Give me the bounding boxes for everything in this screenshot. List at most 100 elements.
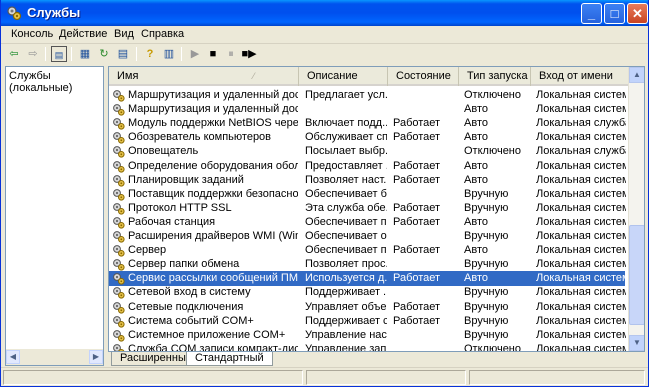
service-log-on-as: Локальная система: [536, 103, 626, 116]
minimize-button[interactable]: _: [581, 3, 602, 24]
service-description: Посылает выбр...: [305, 145, 387, 158]
menu-action[interactable]: Действие: [59, 28, 107, 40]
service-description: Управление нас...: [305, 328, 387, 341]
service-gear-icon: [113, 343, 125, 351]
menu-console[interactable]: Консоль: [11, 28, 53, 40]
service-startup-type: Отключено: [464, 342, 521, 352]
scroll-right-icon[interactable]: ▶: [89, 350, 103, 364]
title-bar[interactable]: Службы _ □ ✕: [1, 0, 648, 26]
table-row[interactable]: Модуль поддержки NetBIOS через TC... Вклю…: [109, 116, 626, 131]
close-icon: ✕: [632, 6, 643, 21]
refresh-icon[interactable]: ↻: [96, 46, 112, 62]
view-tabs: Расширенный Стандартный: [108, 352, 645, 366]
service-description: Предлагает усл...: [305, 89, 387, 101]
table-row[interactable]: Сетевой вход в систему Поддерживает ... Вр…: [109, 285, 626, 300]
column-header-description[interactable]: Описание: [299, 67, 388, 86]
service-description: Обеспечивает п...: [305, 244, 387, 257]
service-description: Позволяет прос...: [305, 258, 387, 271]
service-status: Работает: [393, 215, 441, 228]
table-row[interactable]: Система событий COM+ Поддерживает с... Раб…: [109, 314, 626, 329]
help-icon[interactable]: ?: [142, 46, 158, 62]
service-gear-icon: [113, 216, 125, 229]
console-tree-icon[interactable]: ▤: [51, 46, 67, 62]
service-log-on-as: Локальная система: [536, 258, 626, 271]
column-header-status[interactable]: Состояние: [388, 67, 459, 86]
export-list-icon[interactable]: ▤: [115, 46, 131, 62]
service-description: Предоставляет ...: [305, 159, 387, 172]
tab-standard[interactable]: Стандартный: [186, 352, 273, 366]
table-row[interactable]: Сетевые подключения Управляет объе... Рабо…: [109, 300, 626, 315]
menu-view[interactable]: Вид: [114, 28, 134, 40]
table-row[interactable]: Системное приложение COM+ Управление нас.…: [109, 328, 626, 343]
table-row[interactable]: Оповещатель Посылает выбр... Отключено Лока…: [109, 144, 626, 159]
service-name: Служба COM записи компакт-дисков I...: [128, 342, 298, 352]
service-name: Сетевые подключения: [128, 300, 244, 313]
service-status: Работает: [393, 272, 441, 285]
left-horizontal-scrollbar[interactable]: ◀ ▶: [6, 349, 103, 365]
service-name: Сервер папки обмена: [128, 258, 240, 271]
action-pane-icon[interactable]: ▥: [161, 46, 177, 62]
table-row[interactable]: Протокол HTTP SSL Эта служба обе... Работа…: [109, 201, 626, 216]
maximize-button[interactable]: □: [604, 3, 625, 24]
service-name: Сетевой вход в систему: [128, 286, 251, 299]
table-row[interactable]: Сервер Обеспечивает п... Работает Авто Локал…: [109, 243, 626, 258]
service-log-on-as: Локальная система: [536, 314, 626, 327]
menu-help[interactable]: Справка: [141, 28, 184, 40]
back-arrow-icon[interactable]: ⇦: [6, 46, 22, 62]
table-row[interactable]: Расширения драйверов WMI (Windows... Обес…: [109, 229, 626, 244]
table-row[interactable]: Рабочая станция Обеспечивает п... Работает…: [109, 215, 626, 230]
service-description: Позволяет наст...: [305, 173, 387, 186]
service-description: Обеспечивает п...: [305, 215, 387, 228]
service-gear-icon: [113, 146, 125, 158]
service-gear-icon: [113, 259, 125, 271]
scroll-left-icon[interactable]: ◀: [6, 350, 20, 364]
window-title: Службы: [27, 5, 81, 20]
table-row[interactable]: Поставщик поддержки безопасности ... Обес…: [109, 187, 626, 202]
table-row[interactable]: Обозреватель компьютеров Обслуживает сп..…: [109, 130, 626, 145]
column-header-startup-type[interactable]: Тип запуска: [459, 67, 531, 86]
service-startup-type: Вручную: [464, 258, 509, 271]
toolbar: ⇦ ⇨ ▤ ▦ ↻ ▤ ? ▥ ▶ ■ ⏸ ■▶: [1, 45, 648, 64]
column-header-name[interactable]: Имя: [109, 67, 299, 86]
tree-item-services-local[interactable]: Службы (локальные): [9, 70, 103, 94]
table-row[interactable]: Служба COM записи компакт-дисков I... Упр…: [109, 342, 626, 352]
table-row-selected[interactable]: Сервис рассылки сообщений ПМТ Используетс…: [109, 271, 626, 287]
table-row[interactable]: Маршрутизация и удаленный доступ ... Авто…: [109, 102, 626, 117]
service-log-on-as: Локальная система: [536, 230, 626, 242]
service-gear-icon: [113, 202, 125, 215]
service-status: Работает: [393, 300, 441, 313]
service-gear-icon: [113, 132, 125, 144]
properties-icon[interactable]: ▦: [77, 46, 93, 62]
service-log-on-as: Локальная служба: [536, 117, 626, 130]
table-row[interactable]: Определение оборудования оболочки Предост…: [109, 159, 626, 174]
service-name: Сервис рассылки сообщений ПМТ: [128, 272, 298, 285]
column-header-log-on-as[interactable]: Вход от имени: [531, 67, 629, 86]
start-service-icon[interactable]: ▶: [187, 46, 203, 62]
service-log-on-as: Локальная система: [536, 201, 626, 214]
forward-arrow-icon[interactable]: ⇨: [25, 46, 41, 62]
service-gear-icon: [113, 90, 125, 102]
console-tree-pane: Службы (локальные) ◀ ▶: [5, 66, 104, 366]
service-log-on-as: Локальная система: [536, 342, 626, 352]
service-log-on-as: Локальная система: [536, 244, 626, 257]
service-gear-icon: [113, 329, 125, 342]
table-row[interactable]: Маршрутизация и удаленный доступ Предлага…: [109, 88, 626, 103]
scrollbar-thumb[interactable]: [629, 225, 644, 325]
table-row[interactable]: Планировщик заданий Позволяет наст... Рабо…: [109, 173, 626, 188]
stop-service-icon[interactable]: ■: [205, 46, 221, 62]
service-gear-icon: [113, 231, 125, 243]
service-startup-type: Отключено: [464, 145, 521, 158]
maximize-icon: □: [610, 6, 619, 21]
scroll-down-icon[interactable]: ▼: [629, 335, 644, 351]
service-description: Эта служба обе...: [305, 201, 387, 214]
table-row[interactable]: Сервер папки обмена Позволяет прос... Вруч…: [109, 257, 626, 272]
vertical-scrollbar[interactable]: ▲ ▼: [628, 67, 644, 351]
service-gear-icon: [113, 245, 125, 257]
pause-service-icon[interactable]: ⏸: [223, 46, 239, 62]
service-gear-icon: [113, 273, 125, 285]
service-log-on-as: Локальная служба: [536, 145, 626, 158]
scroll-up-icon[interactable]: ▲: [629, 67, 644, 83]
close-button[interactable]: ✕: [627, 3, 648, 24]
service-name: Обозреватель компьютеров: [128, 131, 272, 144]
restart-service-icon[interactable]: ■▶: [241, 46, 257, 62]
